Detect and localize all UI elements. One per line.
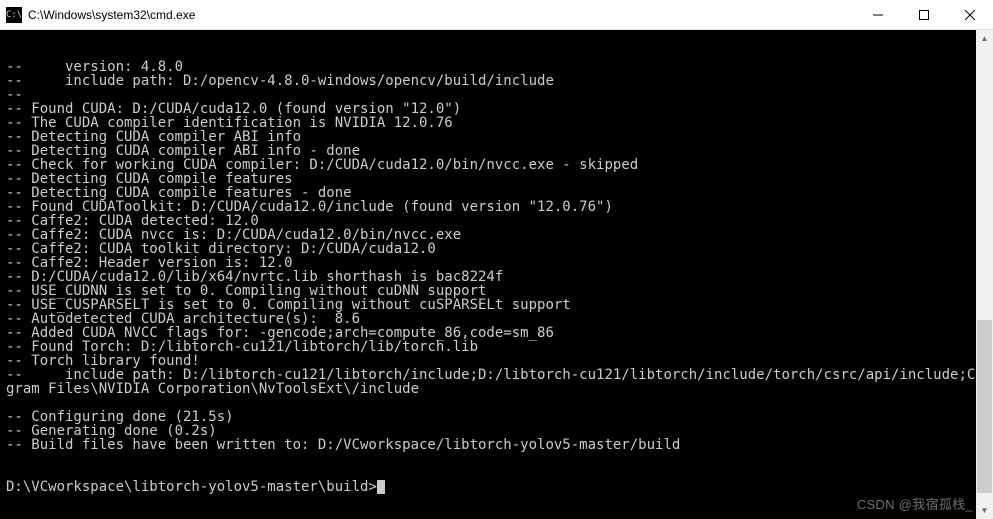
vertical-scrollbar[interactable]: ▲ ▼ xyxy=(976,30,993,519)
titlebar[interactable]: C:\ C:\Windows\system32\cmd.exe xyxy=(0,0,993,30)
cmd-icon: C:\ xyxy=(6,7,22,23)
terminal[interactable]: -- version: 4.8.0 -- include path: D:/op… xyxy=(0,30,993,519)
watermark: CSDN @我宿孤栈_ xyxy=(857,494,973,513)
minimize-button[interactable] xyxy=(855,0,901,29)
maximize-button[interactable] xyxy=(901,0,947,29)
scroll-down-arrow-icon[interactable]: ▼ xyxy=(976,502,993,519)
window-controls xyxy=(855,0,993,29)
scrollbar-thumb[interactable] xyxy=(977,320,992,493)
scrollbar-track[interactable] xyxy=(976,47,993,502)
terminal-prompt: D:\VCworkspace\libtorch-yolov5-master\bu… xyxy=(6,479,377,495)
terminal-prompt-line[interactable]: D:\VCworkspace\libtorch-yolov5-master\bu… xyxy=(6,480,987,494)
window-title: C:\Windows\system32\cmd.exe xyxy=(28,8,855,22)
scroll-up-arrow-icon[interactable]: ▲ xyxy=(976,30,993,47)
terminal-output: -- version: 4.8.0 -- include path: D:/op… xyxy=(6,60,987,452)
cursor xyxy=(377,480,385,494)
close-button[interactable] xyxy=(947,0,993,29)
